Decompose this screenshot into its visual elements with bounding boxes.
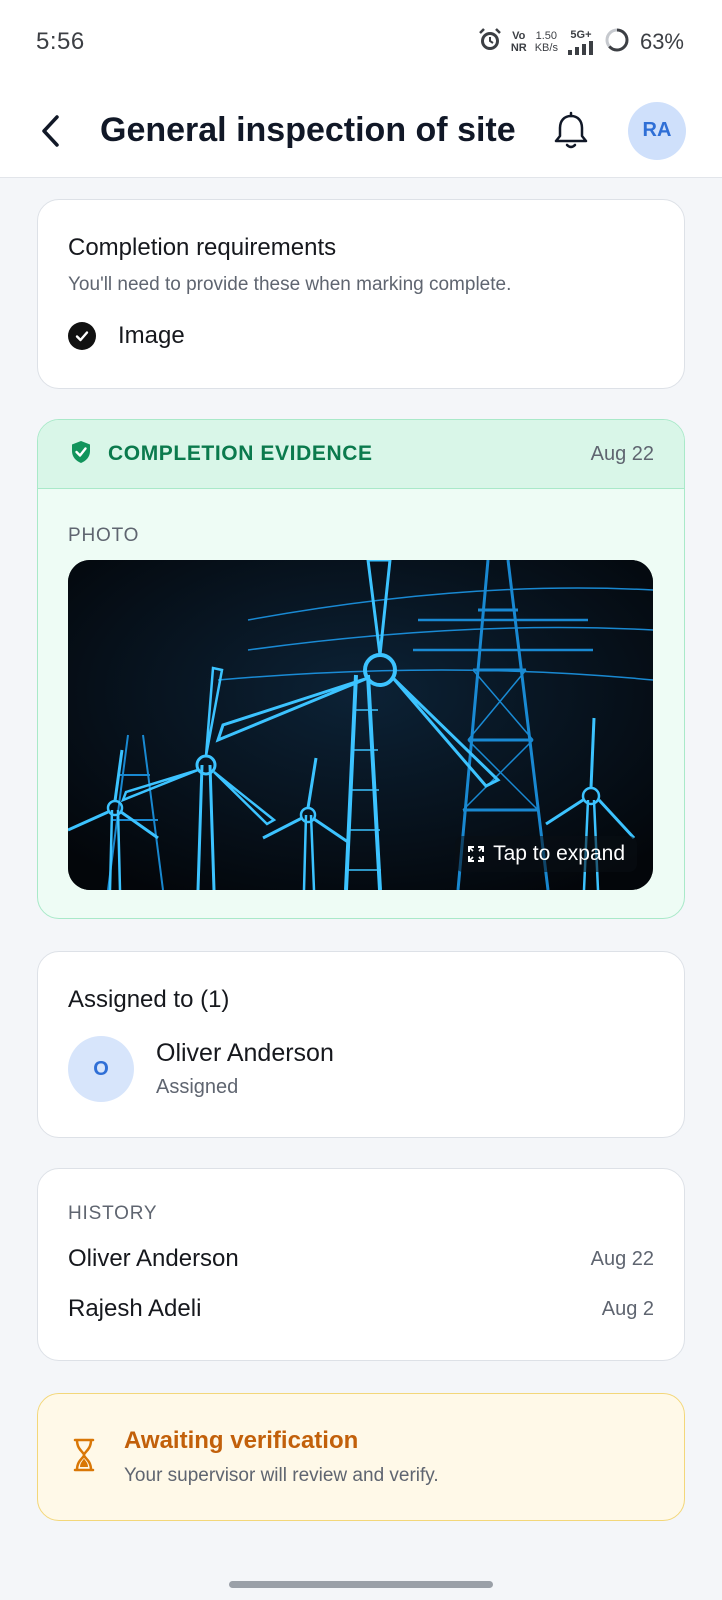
- home-indicator[interactable]: [229, 1581, 493, 1588]
- status-bar: 5:56 Vo NR 1.50 KB/s 5G+ 63%: [0, 0, 722, 84]
- history-entry: Oliver Anderson Aug 22: [68, 1245, 654, 1273]
- requirements-card: Completion requirements You'll need to p…: [37, 199, 685, 389]
- assignee-row[interactable]: O Oliver Anderson Assigned: [68, 1036, 654, 1102]
- assignee-info: Oliver Anderson Assigned: [156, 1039, 334, 1099]
- awaiting-title: Awaiting verification: [124, 1427, 359, 1454]
- evidence-header: COMPLETION EVIDENCE Aug 22: [38, 420, 684, 489]
- network-speed: 1.50 KB/s: [534, 30, 558, 54]
- assignee-name: Oliver Anderson: [156, 1039, 334, 1067]
- history-label: HISTORY: [68, 1203, 158, 1224]
- battery-icon: [604, 27, 630, 58]
- status-icons: Vo NR 1.50 KB/s 5G+ 63%: [477, 27, 684, 58]
- assignee-role: Assigned: [156, 1076, 239, 1098]
- awaiting-text: Awaiting verification Your supervisor wi…: [124, 1427, 439, 1487]
- requirements-subtitle: You'll need to provide these when markin…: [68, 274, 512, 295]
- awaiting-verification-banner: Awaiting verification Your supervisor wi…: [37, 1393, 685, 1521]
- back-arrow-icon: [42, 114, 59, 147]
- page-title: General inspection of site: [100, 111, 516, 149]
- requirement-label: Image: [118, 322, 185, 349]
- history-name: Rajesh Adeli: [68, 1295, 202, 1322]
- history-date: Aug 2: [601, 1297, 654, 1320]
- evidence-photo[interactable]: Tap to expand: [68, 560, 653, 890]
- signal-indicator: 5G+: [566, 29, 596, 55]
- expand-label: Tap to expand: [493, 842, 625, 865]
- requirement-item: Image: [68, 322, 654, 350]
- notifications-button[interactable]: [550, 110, 592, 152]
- evidence-title: COMPLETION EVIDENCE: [108, 442, 373, 465]
- history-date: Aug 22: [590, 1247, 654, 1270]
- hourglass-icon: [72, 1438, 96, 1477]
- history-name: Oliver Anderson: [68, 1245, 239, 1272]
- evidence-card: COMPLETION EVIDENCE Aug 22 PHOTO Tap to …: [37, 419, 685, 919]
- shield-check-icon: [68, 439, 94, 470]
- alarm-icon: [477, 27, 503, 58]
- history-entry: Rajesh Adeli Aug 2: [68, 1295, 654, 1323]
- status-time: 5:56: [36, 28, 85, 55]
- expand-icon: [468, 846, 485, 862]
- history-card: HISTORY Oliver Anderson Aug 22 Rajesh Ad…: [37, 1168, 685, 1361]
- tap-to-expand[interactable]: Tap to expand: [455, 836, 637, 872]
- back-button[interactable]: [36, 111, 66, 151]
- requirements-title: Completion requirements: [68, 234, 337, 261]
- assigned-card: Assigned to (1) O Oliver Anderson Assign…: [37, 951, 685, 1138]
- bell-icon: [554, 111, 588, 148]
- assignee-avatar: O: [68, 1036, 134, 1102]
- awaiting-subtitle: Your supervisor will review and verify.: [124, 1465, 439, 1486]
- signal-icon: [567, 41, 593, 55]
- evidence-date: Aug 22: [590, 442, 654, 465]
- battery-percent: 63%: [639, 29, 684, 54]
- user-avatar[interactable]: RA: [628, 101, 686, 160]
- assigned-title: Assigned to (1): [68, 986, 230, 1013]
- photo-label: PHOTO: [68, 525, 140, 546]
- check-circle-icon: [68, 322, 96, 350]
- app-header: General inspection of site RA: [0, 84, 722, 178]
- volte-indicator: Vo NR: [510, 30, 527, 54]
